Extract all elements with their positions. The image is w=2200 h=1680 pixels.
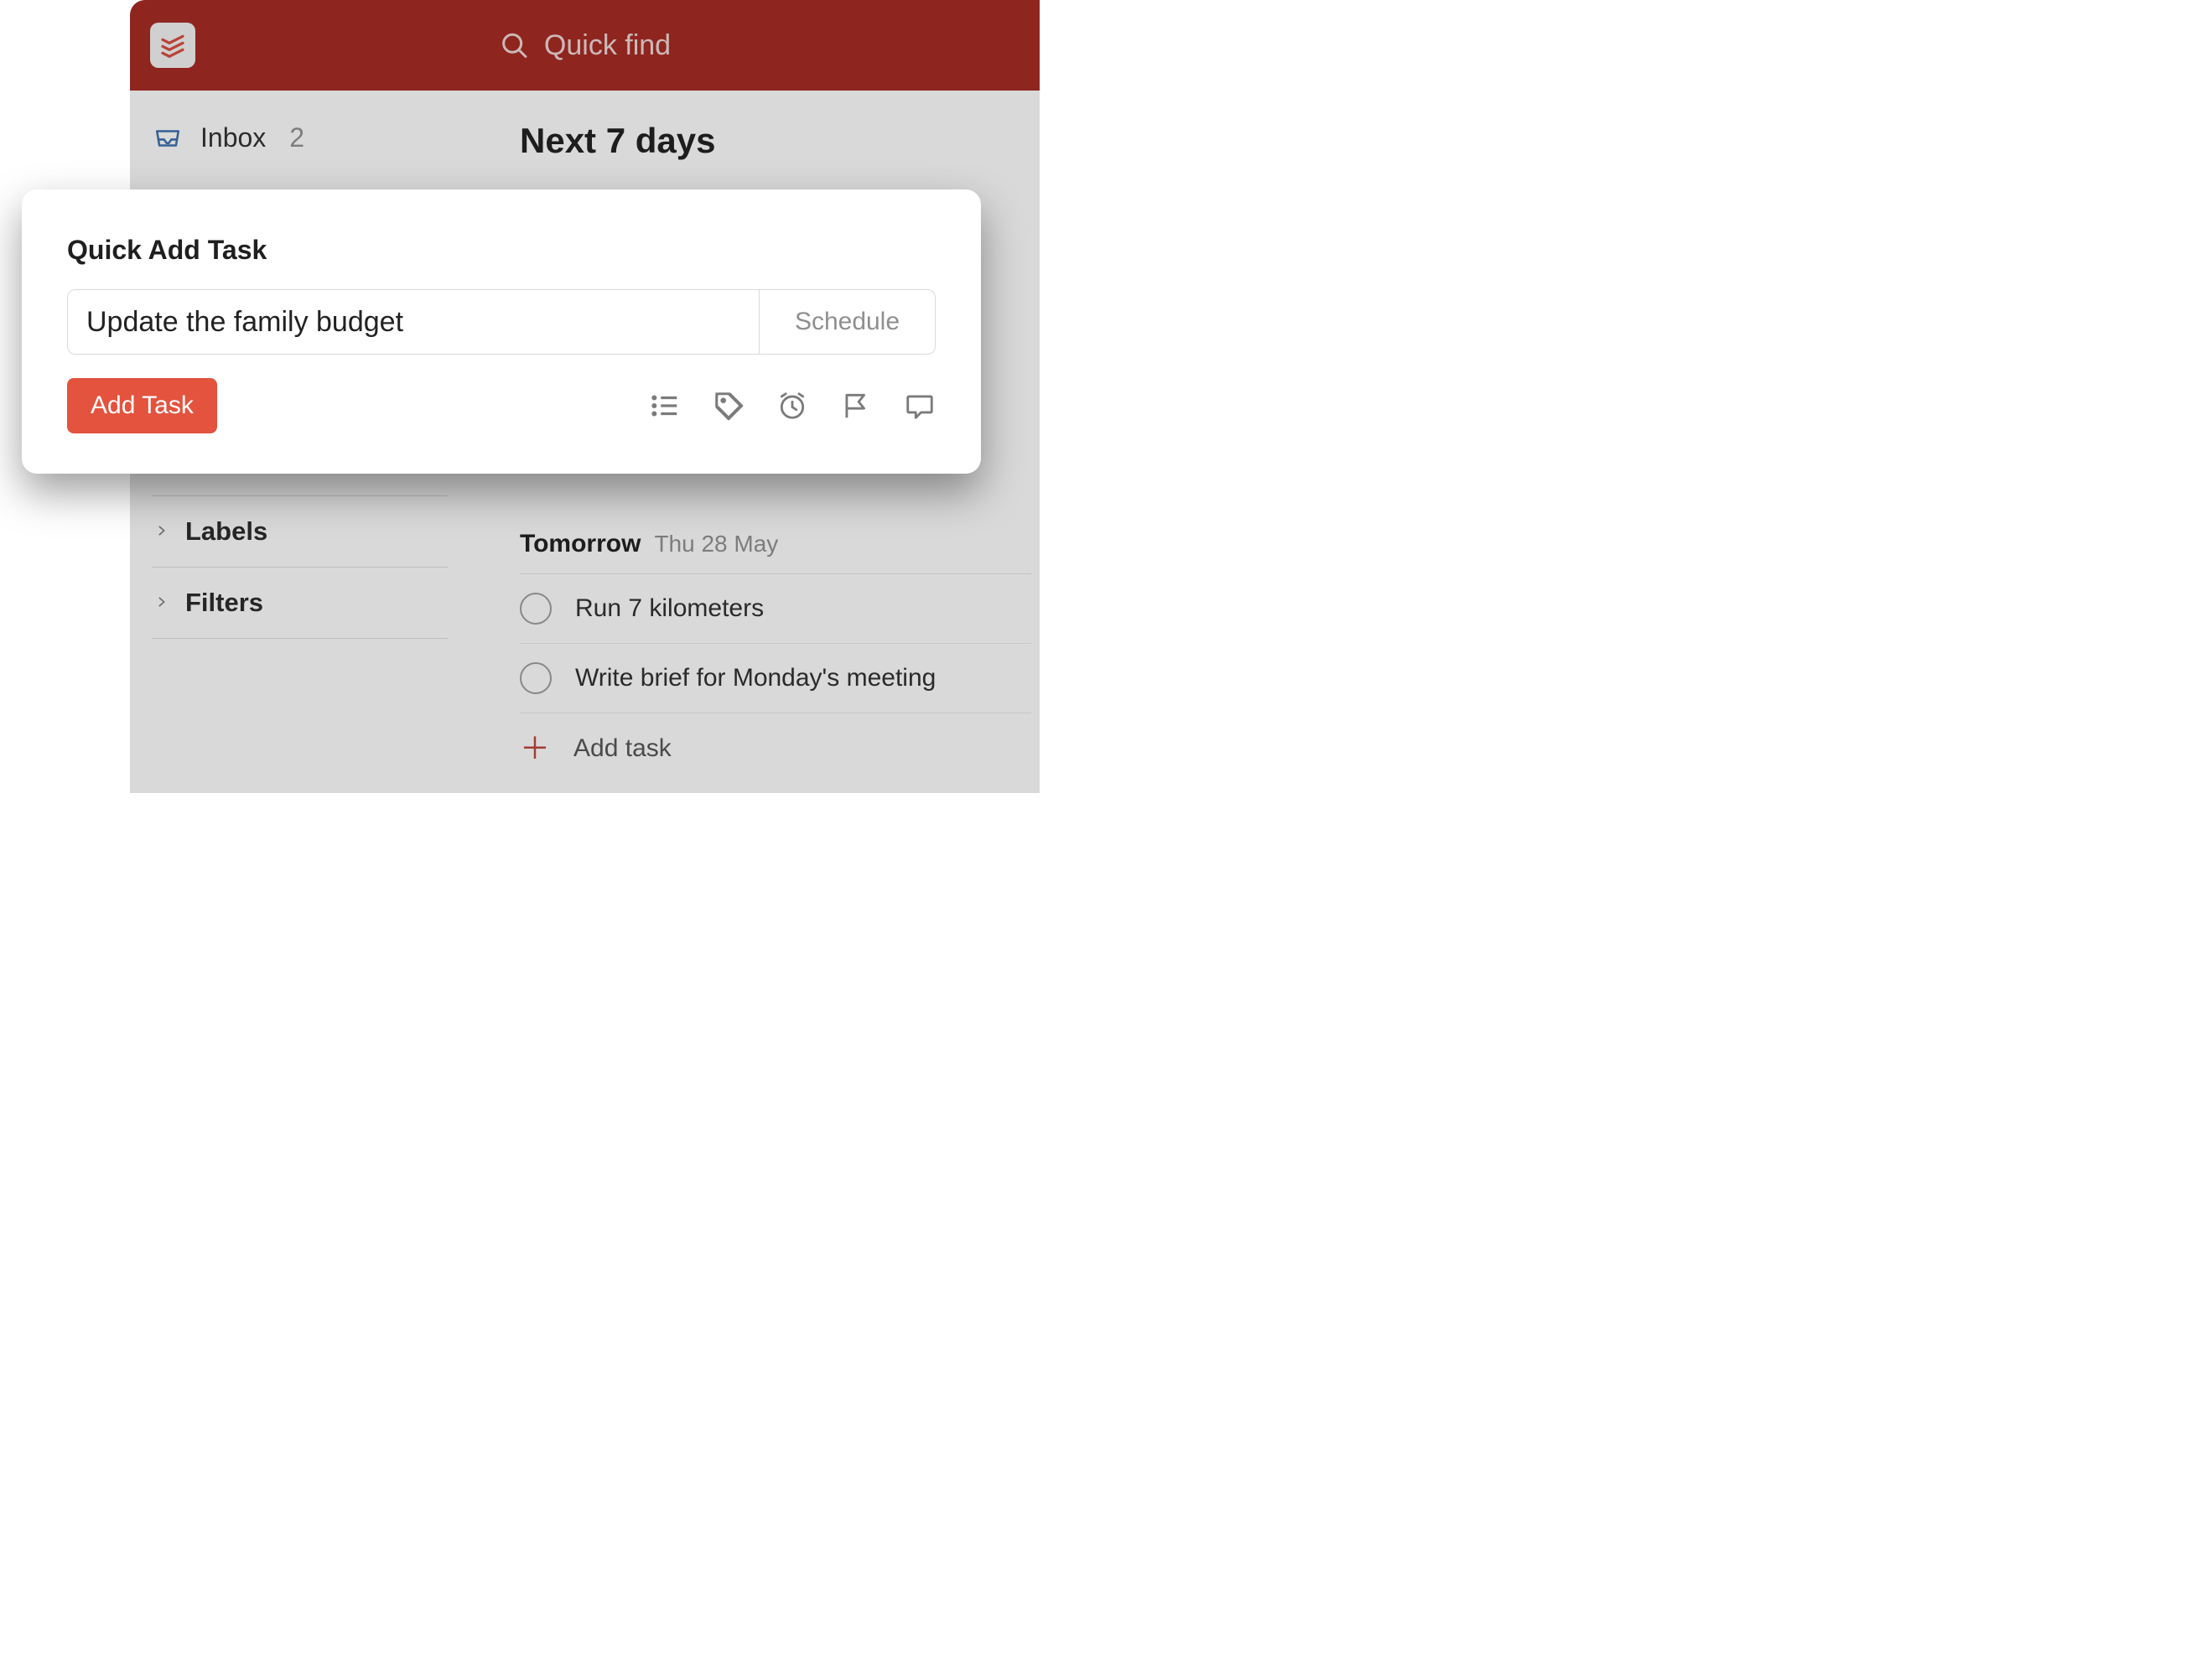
task-title: Run 7 kilometers xyxy=(575,594,764,623)
search-icon xyxy=(499,30,529,60)
add-task-label: Add task xyxy=(573,734,672,763)
task-checkbox[interactable] xyxy=(520,662,552,694)
task-title: Write brief for Monday's meeting xyxy=(575,664,936,692)
app-logo[interactable] xyxy=(150,23,195,68)
quick-add-task-modal: Quick Add Task Schedule Add Task xyxy=(22,189,981,474)
sidebar-section-labels[interactable]: Labels xyxy=(152,495,448,567)
chevron-right-icon xyxy=(155,591,169,614)
sidebar-inbox-count: 2 xyxy=(289,122,304,153)
modal-footer: Add Task xyxy=(67,378,936,433)
modal-title: Quick Add Task xyxy=(67,235,936,266)
day-name: Tomorrow xyxy=(520,530,641,558)
task-checkbox[interactable] xyxy=(520,593,552,625)
sidebar-item-inbox[interactable]: Inbox 2 xyxy=(152,116,448,177)
search-placeholder: Quick find xyxy=(544,29,671,62)
task-options-icons xyxy=(649,390,936,422)
app-topbar: Quick find xyxy=(130,0,1040,91)
add-task-button[interactable]: ＋ Add task xyxy=(520,713,1031,784)
sidebar-inbox-label: Inbox xyxy=(200,122,266,153)
inbox-icon xyxy=(153,124,182,153)
page-title: Next 7 days xyxy=(520,121,1031,161)
reminder-icon[interactable] xyxy=(776,390,808,422)
comment-icon[interactable] xyxy=(904,390,936,422)
project-icon[interactable] xyxy=(649,390,681,422)
add-task-submit-button[interactable]: Add Task xyxy=(67,378,217,433)
sidebar-section-label: Labels xyxy=(185,516,267,547)
sidebar-section-filters[interactable]: Filters xyxy=(152,567,448,639)
day-header: Tomorrow Thu 28 May xyxy=(520,521,1031,574)
day-group-tomorrow: Tomorrow Thu 28 May Run 7 kilometers Wri… xyxy=(520,521,1031,784)
sidebar-section-label: Filters xyxy=(185,588,263,618)
todoist-logo-icon xyxy=(159,32,186,59)
task-name-input[interactable] xyxy=(68,290,759,354)
task-row[interactable]: Write brief for Monday's meeting xyxy=(520,644,1031,713)
chevron-right-icon xyxy=(155,520,169,543)
schedule-button[interactable]: Schedule xyxy=(759,290,935,354)
search-bar[interactable]: Quick find xyxy=(499,29,671,62)
priority-icon[interactable] xyxy=(840,390,872,422)
plus-icon: ＋ xyxy=(520,734,550,764)
task-input-row: Schedule xyxy=(67,289,936,355)
label-icon[interactable] xyxy=(713,390,745,422)
day-date: Thu 28 May xyxy=(654,531,778,557)
task-row[interactable]: Run 7 kilometers xyxy=(520,574,1031,644)
